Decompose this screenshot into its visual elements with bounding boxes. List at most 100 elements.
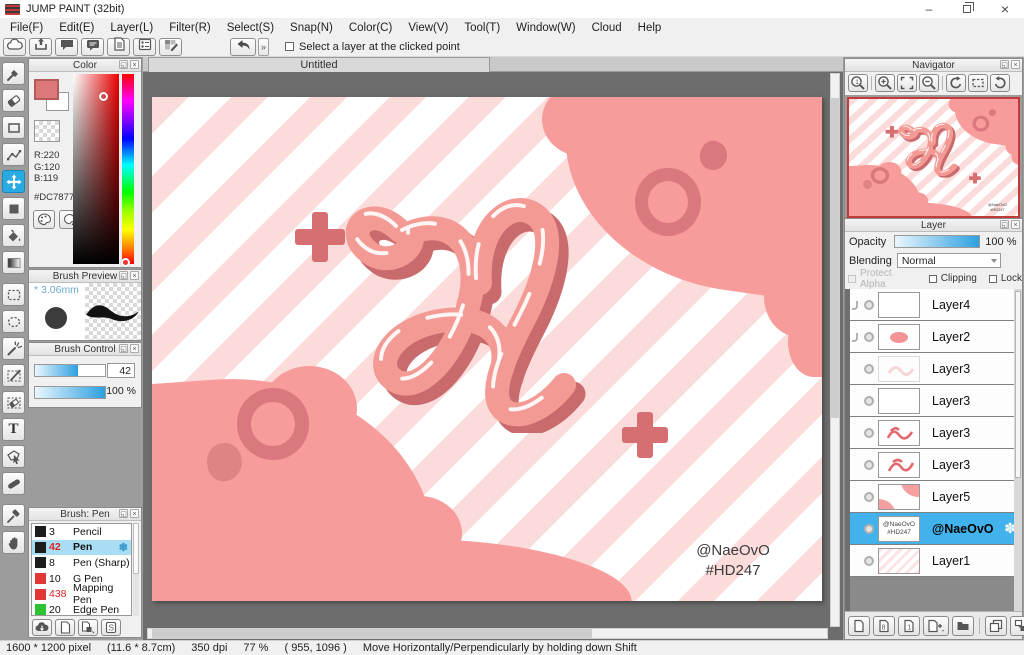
- close-icon[interactable]: ×: [130, 271, 139, 280]
- duplicate-brush-button[interactable]: [78, 618, 98, 636]
- shape-rect-tool-button[interactable]: [2, 116, 25, 139]
- scrollbar-thumb[interactable]: [831, 98, 839, 418]
- layer-row-selected[interactable]: @NaeOvO #HD247 @NaeOvO ✽: [850, 513, 1022, 545]
- cloud-button[interactable]: [3, 37, 26, 56]
- zoom-in-button[interactable]: [875, 74, 895, 92]
- brush-row-pen-selected[interactable]: 42 Pen ✽: [32, 539, 131, 556]
- layer-thumbnail[interactable]: [878, 451, 920, 478]
- menu-cloud[interactable]: Cloud: [584, 18, 630, 37]
- restore-button[interactable]: [948, 0, 986, 18]
- menu-color[interactable]: Color(C): [341, 18, 400, 37]
- scrollbar-thumb[interactable]: [152, 629, 592, 638]
- menu-layer[interactable]: Layer(L): [102, 18, 161, 37]
- reset-rotation-button[interactable]: [968, 74, 988, 92]
- toolbar-overflow-button[interactable]: »: [258, 37, 269, 56]
- close-icon[interactable]: ×: [130, 509, 139, 518]
- script-brush-button[interactable]: S: [101, 618, 121, 636]
- layer-thumbnail[interactable]: [878, 483, 920, 510]
- chat-panel-button[interactable]: [81, 37, 104, 56]
- popout-icon[interactable]: ◱: [1000, 220, 1009, 229]
- protect-alpha-checkbox[interactable]: [848, 274, 856, 283]
- layer-visibility-toggle[interactable]: [860, 555, 878, 566]
- menu-tool[interactable]: Tool(T): [456, 18, 508, 37]
- select-pen-tool-button[interactable]: [2, 364, 25, 387]
- palette-edit-button[interactable]: [159, 37, 182, 56]
- cloud-brush-button[interactable]: [32, 618, 52, 636]
- form-button[interactable]: [133, 37, 156, 56]
- layer-row[interactable]: Layer1: [850, 545, 1022, 577]
- layer-row[interactable]: Layer3: [850, 449, 1022, 481]
- layer-thumbnail[interactable]: [878, 323, 920, 350]
- layer-row[interactable]: Layer2: [850, 321, 1022, 353]
- lock-checkbox[interactable]: [988, 274, 997, 283]
- layer-row[interactable]: Layer3: [850, 385, 1022, 417]
- blending-select[interactable]: Normal: [896, 253, 1001, 268]
- canvas-horizontal-scrollbar[interactable]: [147, 628, 828, 639]
- select-layer-checkbox[interactable]: [285, 42, 294, 51]
- close-icon[interactable]: ×: [1011, 220, 1020, 229]
- layer-visibility-toggle[interactable]: [860, 299, 878, 310]
- close-icon[interactable]: ×: [130, 344, 139, 353]
- layer-visibility-toggle[interactable]: [860, 523, 878, 534]
- select-eraser-tool-button[interactable]: [2, 391, 25, 414]
- fit-screen-button[interactable]: [897, 74, 917, 92]
- comment-button[interactable]: [55, 37, 78, 56]
- rotate-left-button[interactable]: [946, 74, 966, 92]
- layer-thumbnail[interactable]: [878, 547, 920, 574]
- canvas-artwork[interactable]: @NaeOvO #HD247: [152, 97, 822, 601]
- fill-square-tool-button[interactable]: [2, 197, 25, 220]
- layer-visibility-toggle[interactable]: [860, 363, 878, 374]
- brush-opacity-slider[interactable]: [34, 386, 106, 399]
- popout-icon[interactable]: ◱: [119, 509, 128, 518]
- add-layer-menu-button[interactable]: [923, 615, 949, 636]
- layer-opacity-slider[interactable]: [894, 235, 981, 248]
- undo-button[interactable]: [230, 37, 256, 56]
- add-brush-button[interactable]: [55, 618, 75, 636]
- menu-snap[interactable]: Snap(N): [282, 18, 341, 37]
- layer-visibility-toggle[interactable]: [860, 427, 878, 438]
- new-layer-button[interactable]: [848, 615, 870, 636]
- gradient-tool-button[interactable]: [2, 251, 25, 274]
- palette-button[interactable]: [33, 210, 55, 229]
- popout-icon[interactable]: ◱: [1000, 60, 1009, 69]
- layer-row[interactable]: Layer4: [850, 289, 1022, 321]
- zoom-out-button[interactable]: [919, 74, 939, 92]
- layer-thumbnail[interactable]: [878, 387, 920, 414]
- brush-size-value[interactable]: 42: [107, 363, 135, 378]
- clipping-checkbox[interactable]: [928, 274, 937, 283]
- operation-tool-button[interactable]: [2, 445, 25, 468]
- brush-list-scrollbar[interactable]: [133, 523, 139, 616]
- brush-settings-gear-icon[interactable]: ✽: [119, 541, 128, 554]
- select-lasso-tool-button[interactable]: [2, 310, 25, 333]
- layer-visibility-toggle[interactable]: [860, 491, 878, 502]
- menu-file[interactable]: File(F): [2, 18, 51, 37]
- merge-layer-button[interactable]: [1010, 615, 1024, 636]
- share-button[interactable]: [29, 37, 52, 56]
- close-button[interactable]: ×: [986, 0, 1024, 18]
- layer-thumbnail[interactable]: [878, 355, 920, 382]
- eyedropper-tool-button[interactable]: [2, 504, 25, 527]
- brush-tool-button[interactable]: [2, 62, 25, 85]
- new-1bit-layer-button[interactable]: 1: [898, 615, 920, 636]
- hue-slider[interactable]: [121, 74, 134, 267]
- transparent-color-swatch[interactable]: [34, 120, 60, 142]
- layer-list-scrollbar[interactable]: [1014, 289, 1022, 611]
- brush-size-slider[interactable]: [34, 364, 106, 377]
- hand-tool-button[interactable]: [2, 531, 25, 554]
- menu-filter[interactable]: Filter(R): [161, 18, 219, 37]
- close-icon[interactable]: ×: [130, 60, 139, 69]
- menu-select[interactable]: Select(S): [219, 18, 282, 37]
- brush-row-pencil[interactable]: 3 Pencil: [32, 524, 131, 540]
- brush-row-mapping-pen[interactable]: 438 Mapping Pen: [32, 582, 131, 606]
- minimize-button[interactable]: –: [910, 0, 948, 18]
- foreground-color-swatch[interactable]: [34, 79, 59, 100]
- layer-visibility-toggle[interactable]: [860, 395, 878, 406]
- layer-visibility-toggle[interactable]: [860, 331, 878, 342]
- layer-thumbnail[interactable]: @NaeOvO #HD247: [878, 515, 920, 542]
- saturation-value-picker[interactable]: [73, 74, 119, 264]
- menu-edit[interactable]: Edit(E): [51, 18, 102, 37]
- polyline-tool-button[interactable]: [2, 143, 25, 166]
- bucket-fill-tool-button[interactable]: [2, 224, 25, 247]
- layer-folder-button[interactable]: [952, 615, 974, 636]
- layer-row[interactable]: Layer5: [850, 481, 1022, 513]
